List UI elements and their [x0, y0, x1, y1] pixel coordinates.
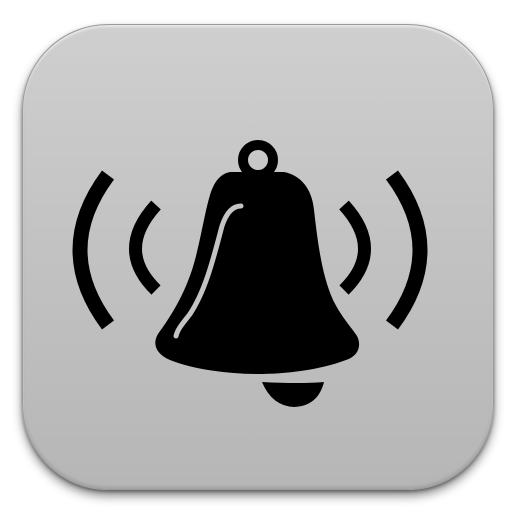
right-inner-wave [339, 200, 371, 295]
left-outer-wave [72, 170, 115, 330]
bell-ring [238, 140, 278, 180]
right-outer-wave [385, 170, 428, 330]
left-inner-wave [129, 200, 161, 295]
ringing-bell-icon [72, 140, 428, 407]
bell-body [155, 172, 360, 374]
bell-clapper [262, 382, 324, 407]
